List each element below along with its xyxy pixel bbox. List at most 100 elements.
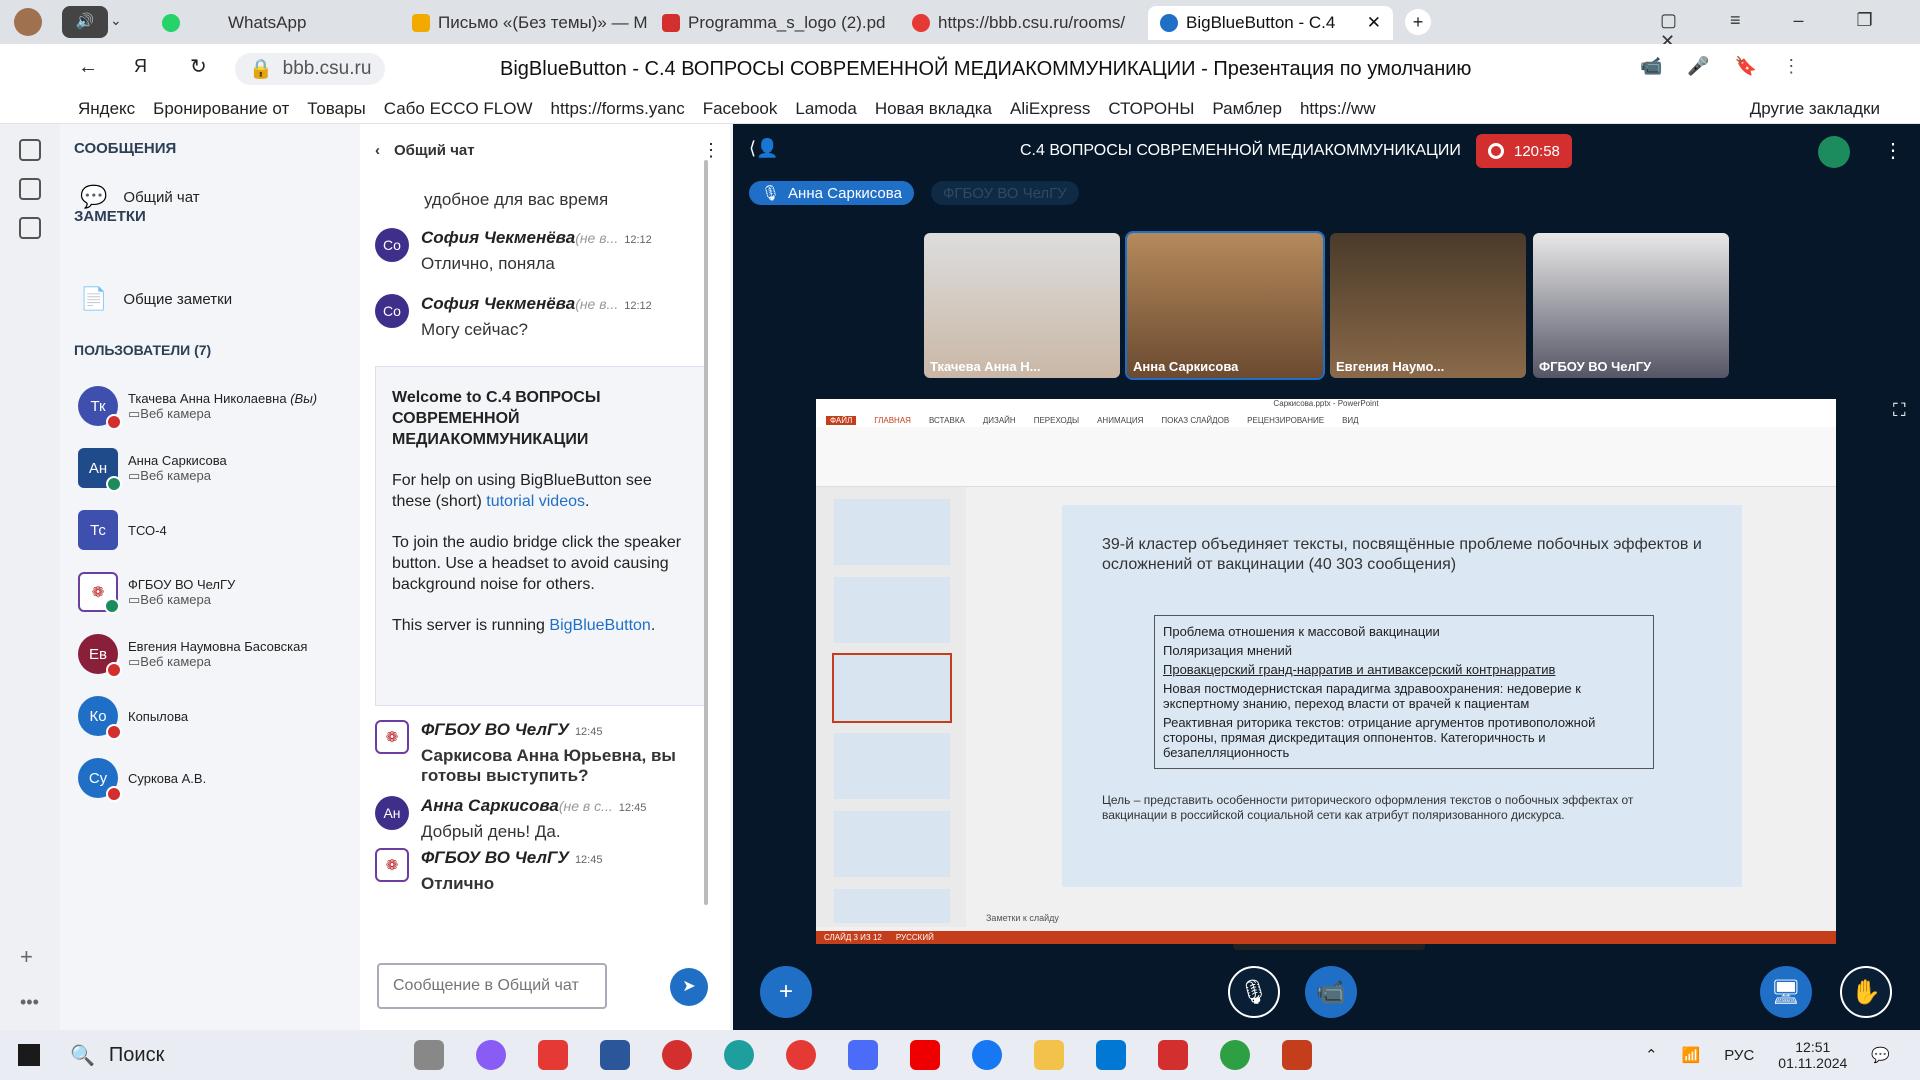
avatar: Ко (78, 696, 122, 740)
bookmark[interactable]: https://forms.yanc (551, 99, 685, 119)
slide-thumb-active[interactable] (832, 653, 952, 723)
tab-bigbluebutton[interactable]: BigBlueButton - С.4 ✕ (1148, 6, 1393, 40)
search-icon: 🔍 (70, 1044, 95, 1067)
profile-avatar[interactable] (14, 8, 42, 36)
app-icon[interactable] (848, 1040, 879, 1070)
bookmark[interactable]: Рамблер (1212, 99, 1282, 119)
video-tile[interactable]: Евгения Наумо... (1330, 233, 1526, 378)
url-field[interactable]: 🔒 bbb.csu.ru (235, 53, 385, 85)
tab-whatsapp[interactable]: WhatsApp (150, 6, 380, 40)
record-icon (1488, 143, 1504, 159)
camera-icon[interactable] (19, 217, 41, 239)
messages-header: СООБЩЕНИЯ (74, 140, 177, 157)
other-bookmarks[interactable]: Другие закладки (1750, 99, 1880, 119)
bookmark[interactable]: Бронирование от (153, 99, 289, 119)
task-view-icon[interactable] (414, 1040, 445, 1070)
taskbar-search[interactable]: 🔍 Поиск (70, 1043, 164, 1068)
pdf-reader-icon[interactable] (1158, 1040, 1189, 1070)
bookmark[interactable]: Яндекс (78, 99, 135, 119)
connection-status-icon[interactable] (1818, 136, 1850, 168)
chat-scrollbar[interactable] (704, 160, 708, 905)
tab-bbb-rooms[interactable]: https://bbb.csu.ru/rooms/ (900, 6, 1145, 40)
bookmark[interactable]: СТОРОНЫ (1108, 99, 1194, 119)
new-tab-button[interactable]: + (1405, 9, 1431, 35)
bookmark[interactable]: https://ww (1300, 99, 1376, 119)
taskbar-apps (414, 1040, 1313, 1070)
back-icon[interactable]: ← (78, 56, 98, 79)
tutorial-link[interactable]: tutorial videos (486, 493, 585, 510)
yandex-browser-icon[interactable] (538, 1040, 569, 1070)
user-item[interactable]: Тс ТСО-4 (78, 510, 167, 550)
video-tile[interactable]: ФГБОУ ВО ЧелГУ (1533, 233, 1729, 378)
bookmark[interactable]: Новая вкладка (875, 99, 992, 119)
language-indicator[interactable]: РУС (1724, 1047, 1754, 1064)
facebook-icon[interactable] (972, 1040, 1003, 1070)
slide-notes[interactable]: Заметки к слайду (986, 913, 1059, 923)
more-icon[interactable]: ••• (20, 992, 39, 1013)
public-chat-link[interactable]: 💬 Общий чат (80, 184, 200, 210)
collections-icon[interactable] (19, 139, 41, 161)
fullscreen-icon[interactable]: ⛶ (1893, 400, 1906, 421)
close-tab-icon[interactable]: ✕ (1367, 13, 1381, 33)
windows-start-icon[interactable] (18, 1044, 40, 1066)
actions-button[interactable]: + (760, 966, 812, 1018)
chat-message: Ан Анна Саркисова(не в с... 12:45 Добрый де… (375, 796, 705, 842)
game-icon[interactable] (1282, 1040, 1313, 1070)
shared-presentation: Саркисова.pptx - PowerPoint ФАЙЛ ГЛАВНАЯ В… (816, 399, 1836, 944)
word-icon[interactable] (600, 1040, 631, 1070)
chat-message-input[interactable] (377, 963, 607, 1009)
edge-icon[interactable] (724, 1040, 755, 1070)
browser-icon[interactable] (1220, 1040, 1251, 1070)
chevron-up-icon[interactable]: ⌃ (1645, 1046, 1658, 1064)
slide-thumb[interactable] (834, 811, 950, 877)
slide-thumb[interactable] (834, 733, 950, 799)
bbb-link[interactable]: BigBlueButton (549, 617, 650, 634)
browser-actions[interactable]: 📹 🎤 🔖 ⋮ (1640, 56, 1800, 77)
screen-share-button[interactable]: 🖥 (1760, 966, 1812, 1018)
user-list-toggle-icon[interactable]: ⟨👤 (749, 138, 778, 159)
tab-pdf[interactable]: Programma_s_logo (2).pd (650, 6, 900, 40)
sound-icon[interactable]: 🔊 (62, 6, 108, 38)
user-item[interactable]: ❁ ФГБОУ ВО ЧелГУ ▭Веб камера (78, 572, 235, 614)
bookmark[interactable]: Товары (307, 99, 365, 119)
notifications-icon[interactable]: 💬 (1871, 1046, 1890, 1064)
bookmark[interactable]: AliExpress (1010, 99, 1090, 119)
number-five-icon[interactable] (19, 178, 41, 200)
slide-thumb[interactable] (834, 577, 950, 643)
options-menu-icon[interactable]: ⋮ (1883, 138, 1903, 163)
opera-icon[interactable] (662, 1040, 693, 1070)
user-item[interactable]: Ко Копылова (78, 696, 188, 740)
user-item[interactable]: Су Суркова А.В. (78, 758, 206, 802)
youtube-icon[interactable] (910, 1040, 941, 1070)
shared-notes-link[interactable]: 📄 Общие заметки (80, 286, 232, 312)
raise-hand-button[interactable]: ✋ (1840, 966, 1892, 1018)
send-button[interactable]: ➤ (670, 968, 708, 1006)
mute-button[interactable]: 🎙 (1228, 966, 1280, 1018)
bookmark[interactable]: Lamoda (795, 99, 856, 119)
add-icon[interactable]: + (20, 944, 33, 970)
tab-mail[interactable]: Письмо «(Без темы)» — M (400, 6, 650, 40)
outlook-icon[interactable] (1096, 1040, 1127, 1070)
chat-header[interactable]: ‹ Общий чат (375, 142, 475, 159)
camera-button[interactable]: 📹 (1305, 966, 1357, 1018)
back-chevron-icon[interactable]: ‹ (375, 142, 380, 159)
user-item[interactable]: Ан Анна Саркисова ▭Веб камера (78, 448, 227, 492)
video-tile[interactable]: Анна Саркисова (1125, 231, 1325, 380)
reload-icon[interactable]: ↻ (190, 54, 207, 79)
yandex-icon[interactable] (786, 1040, 817, 1070)
bookmark[interactable]: Facebook (703, 99, 778, 119)
wifi-icon[interactable]: 📶 (1682, 1046, 1701, 1064)
alice-icon[interactable] (476, 1040, 507, 1070)
user-item[interactable]: Тк Ткачева Анна Николаевна (Вы) ▭Веб камер… (78, 386, 317, 430)
video-tile[interactable]: Ткачева Анна Н... (924, 233, 1120, 378)
slide-thumb[interactable] (834, 499, 950, 565)
chat-options-icon[interactable]: ⋮ (702, 140, 720, 161)
yandex-home-icon[interactable]: Я (134, 56, 147, 77)
explorer-icon[interactable] (1034, 1040, 1065, 1070)
slide-thumb[interactable] (834, 889, 950, 923)
user-item[interactable]: Ев Евгения Наумовна Басовская ▭Веб камера (78, 634, 307, 678)
tabs-menu-icon[interactable]: ⌄ (110, 12, 122, 29)
recording-indicator[interactable]: 120:58 (1476, 134, 1572, 168)
clock[interactable]: 12:51 01.11.2024 (1778, 1039, 1847, 1071)
bookmark[interactable]: Сабо ECCO FLOW (384, 99, 533, 119)
